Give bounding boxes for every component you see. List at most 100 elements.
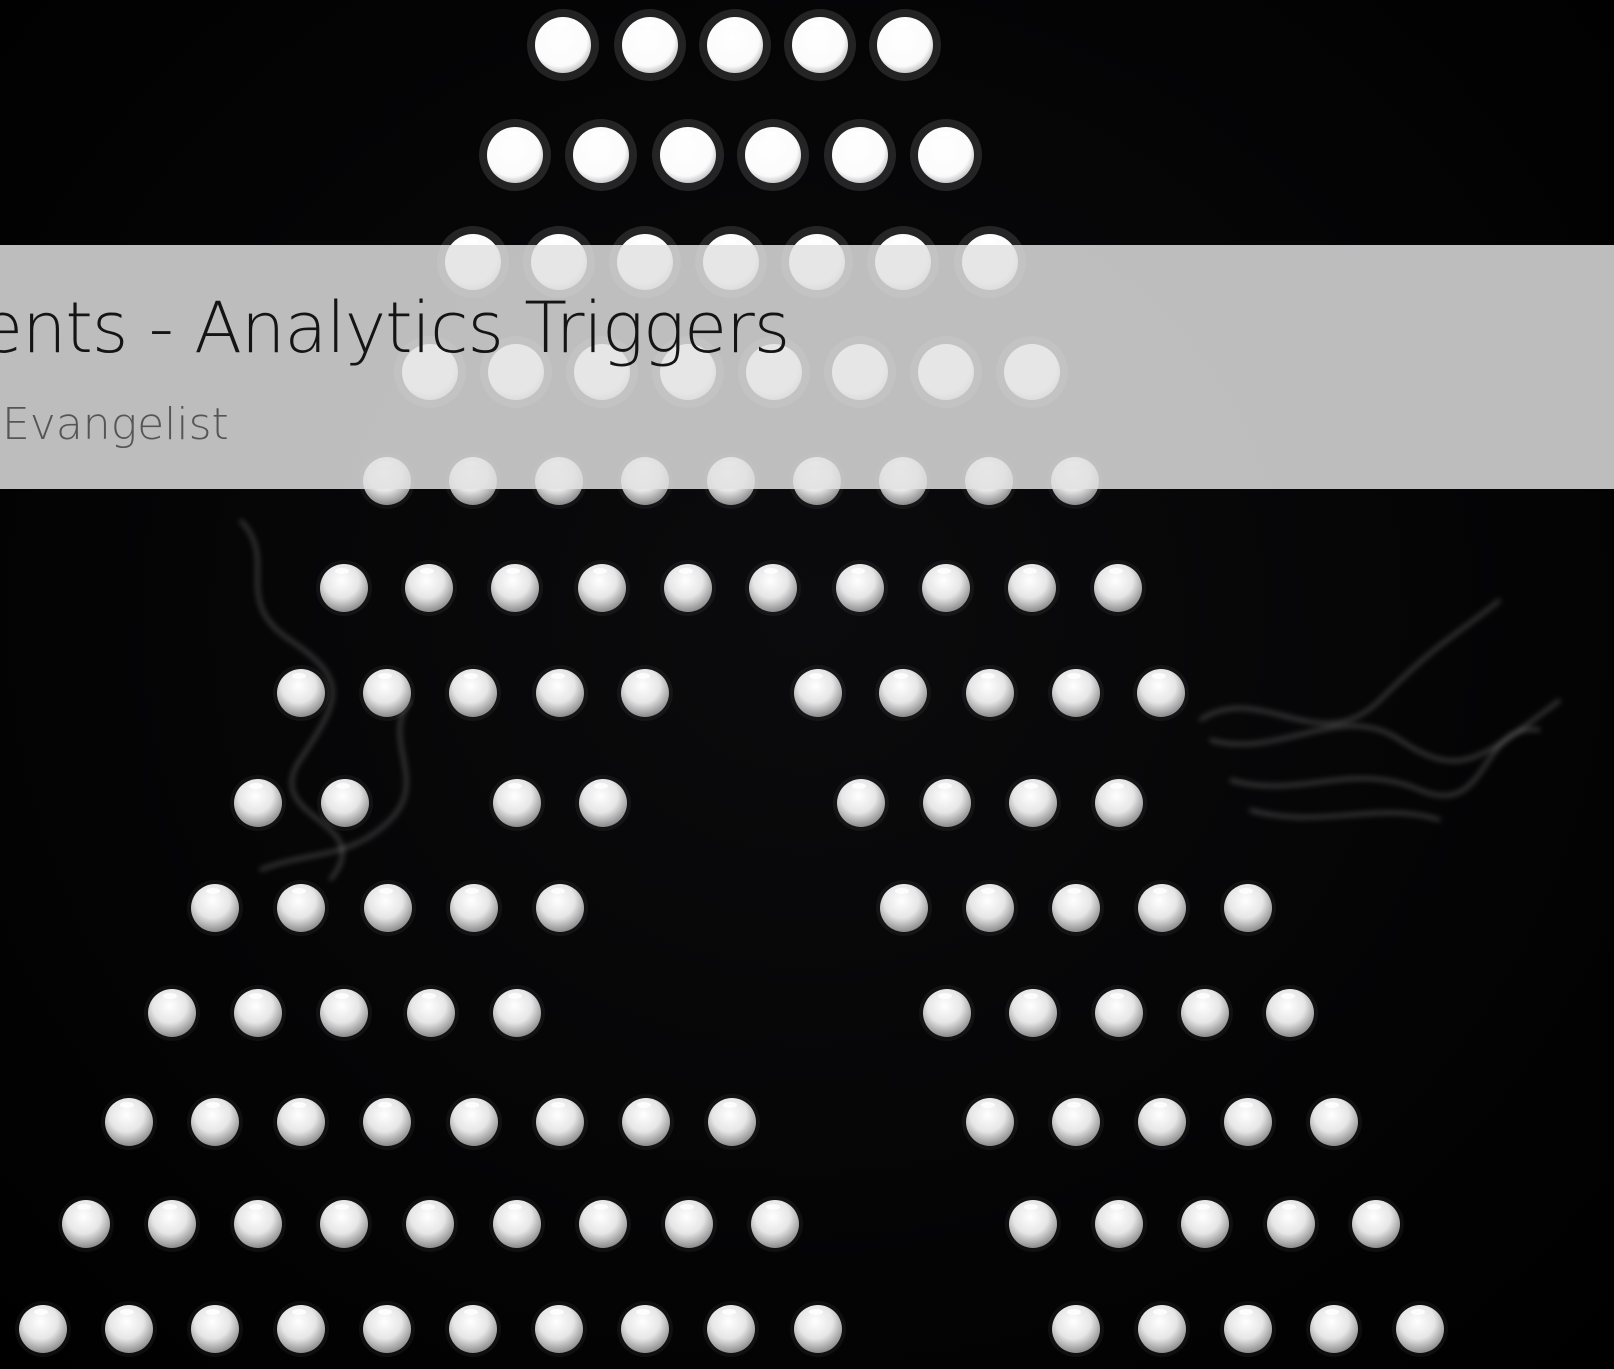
ball-highlight bbox=[420, 568, 434, 574]
ball-highlight bbox=[551, 1102, 565, 1108]
ball-highlight bbox=[378, 1309, 392, 1315]
ball-highlight bbox=[1281, 993, 1295, 999]
ball-highlight bbox=[852, 783, 866, 789]
ball-highlight bbox=[249, 783, 263, 789]
ball-highlight bbox=[120, 1102, 134, 1108]
ball-highlight bbox=[378, 1102, 392, 1108]
ball-highlight bbox=[594, 1204, 608, 1210]
ball-highlight bbox=[34, 1309, 48, 1315]
ball-highlight bbox=[1325, 1102, 1339, 1108]
ball-highlight bbox=[508, 993, 522, 999]
ball-highlight bbox=[206, 1102, 220, 1108]
ball-highlight bbox=[722, 238, 736, 244]
ball-highlight bbox=[292, 673, 306, 679]
ball-highlight bbox=[1239, 1102, 1253, 1108]
ball-highlight bbox=[378, 673, 392, 679]
ball-highlight bbox=[722, 1309, 736, 1315]
ball-highlight bbox=[1153, 1102, 1167, 1108]
ball-highlight bbox=[938, 783, 952, 789]
ball-highlight bbox=[1153, 888, 1167, 894]
ball-highlight bbox=[1023, 568, 1037, 574]
slide-subtitle: Evangelist bbox=[2, 399, 229, 450]
ball-highlight bbox=[679, 131, 693, 137]
ball-highlight bbox=[1239, 1309, 1253, 1315]
ball-highlight bbox=[1282, 1204, 1296, 1210]
ball-highlight bbox=[506, 568, 520, 574]
ball-highlight bbox=[292, 1102, 306, 1108]
ball-highlight bbox=[421, 1204, 435, 1210]
glowing-balls bbox=[15, 9, 1448, 1357]
ball-highlight bbox=[636, 673, 650, 679]
ball-highlight bbox=[551, 888, 565, 894]
ball-highlight bbox=[764, 568, 778, 574]
ball-highlight bbox=[464, 238, 478, 244]
ball-highlight bbox=[1196, 993, 1210, 999]
ball-highlight bbox=[981, 238, 995, 244]
ball-highlight bbox=[1325, 1309, 1339, 1315]
ball-highlight bbox=[981, 673, 995, 679]
ball-highlight bbox=[335, 993, 349, 999]
ball-highlight bbox=[422, 993, 436, 999]
ball-highlight bbox=[292, 888, 306, 894]
ball-highlight bbox=[292, 1309, 306, 1315]
ball-highlight bbox=[1153, 1309, 1167, 1315]
ball-highlight bbox=[551, 673, 565, 679]
ball-highlight bbox=[465, 1102, 479, 1108]
ball-highlight bbox=[811, 21, 825, 27]
ball-highlight bbox=[764, 131, 778, 137]
ball-highlight bbox=[1239, 888, 1253, 894]
ball-highlight bbox=[335, 1204, 349, 1210]
ball-highlight bbox=[592, 131, 606, 137]
ball-highlight bbox=[465, 888, 479, 894]
ball-highlight bbox=[77, 1204, 91, 1210]
ball-highlight bbox=[723, 1102, 737, 1108]
ball-highlight bbox=[1367, 1204, 1381, 1210]
ball-highlight bbox=[336, 783, 350, 789]
background-photo bbox=[15, 9, 1561, 1357]
ball-highlight bbox=[1110, 783, 1124, 789]
ball-highlight bbox=[679, 568, 693, 574]
ball-highlight bbox=[680, 1204, 694, 1210]
ball-highlight bbox=[163, 993, 177, 999]
ball-highlight bbox=[206, 888, 220, 894]
ball-highlight bbox=[937, 131, 951, 137]
ball-highlight bbox=[1110, 1204, 1124, 1210]
ball-highlight bbox=[1024, 783, 1038, 789]
ball-highlight bbox=[809, 1309, 823, 1315]
ball-highlight bbox=[163, 1204, 177, 1210]
ball-highlight bbox=[464, 1309, 478, 1315]
ball-highlight bbox=[809, 673, 823, 679]
ball-highlight bbox=[1067, 1309, 1081, 1315]
ball-highlight bbox=[894, 238, 908, 244]
ball-highlight bbox=[508, 1204, 522, 1210]
ball-highlight bbox=[726, 21, 740, 27]
ball-highlight bbox=[937, 568, 951, 574]
ball-highlight bbox=[249, 993, 263, 999]
ball-highlight bbox=[1196, 1204, 1210, 1210]
ball-highlight bbox=[851, 568, 865, 574]
title-banner: ents - Analytics Triggers Evangelist bbox=[0, 245, 1614, 489]
ball-highlight bbox=[1024, 1204, 1038, 1210]
ball-highlight bbox=[637, 1102, 651, 1108]
ball-highlight bbox=[249, 1204, 263, 1210]
ball-highlight bbox=[379, 888, 393, 894]
ball-highlight bbox=[554, 21, 568, 27]
ball-highlight bbox=[895, 888, 909, 894]
ball-highlight bbox=[464, 673, 478, 679]
ball-highlight bbox=[1110, 993, 1124, 999]
ball-highlight bbox=[808, 238, 822, 244]
ball-highlight bbox=[508, 783, 522, 789]
ball-highlight bbox=[641, 21, 655, 27]
ball-highlight bbox=[636, 1309, 650, 1315]
slide-title: ents - Analytics Triggers bbox=[0, 287, 790, 369]
ball-highlight bbox=[550, 238, 564, 244]
ball-highlight bbox=[894, 673, 908, 679]
ball-highlight bbox=[1152, 673, 1166, 679]
ball-highlight bbox=[766, 1204, 780, 1210]
ball-highlight bbox=[506, 131, 520, 137]
ball-highlight bbox=[335, 568, 349, 574]
ball-highlight bbox=[206, 1309, 220, 1315]
ball-highlight bbox=[1067, 673, 1081, 679]
ball-highlight bbox=[594, 783, 608, 789]
ball-highlight bbox=[851, 131, 865, 137]
